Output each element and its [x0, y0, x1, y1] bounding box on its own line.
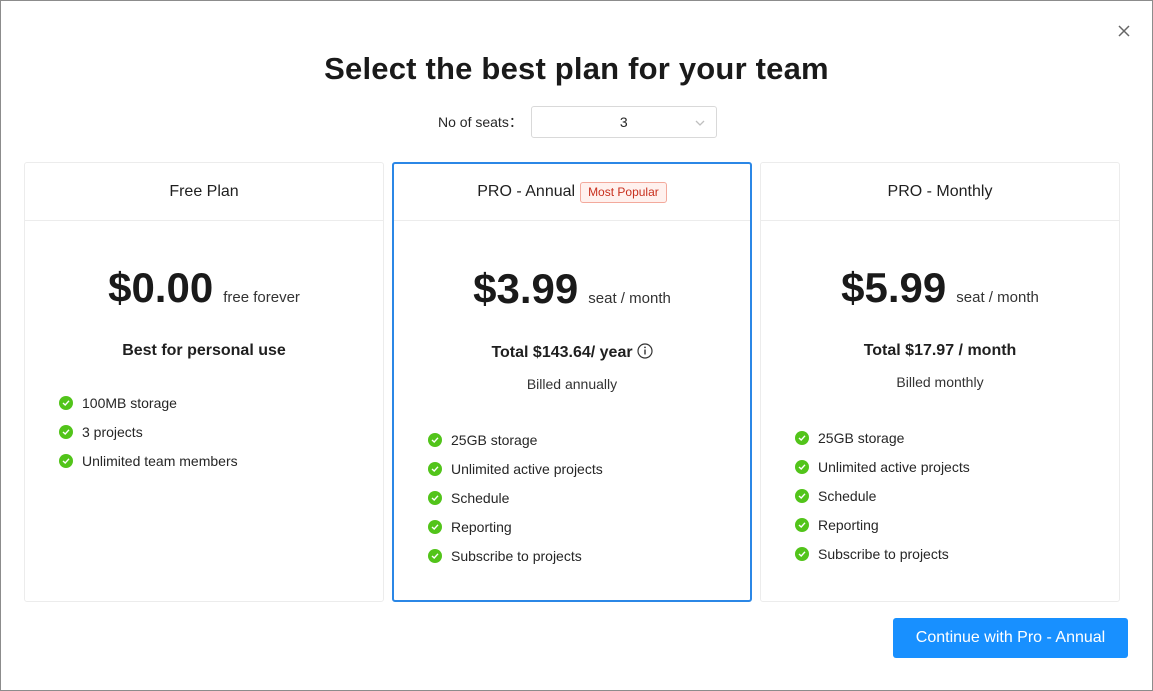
check-circle-icon — [795, 459, 809, 474]
plan-price: $3.99 — [473, 265, 579, 312]
feature-list: 100MB storage 3 projects Unlimited team … — [59, 388, 238, 475]
price-row: $3.99 seat / month — [394, 265, 750, 313]
feature-label: 100MB storage — [82, 394, 177, 411]
most-popular-badge: Most Popular — [580, 181, 667, 203]
list-item: Schedule — [428, 483, 603, 512]
price-row: $0.00 free forever — [25, 264, 383, 312]
feature-label: 25GB storage — [451, 431, 538, 448]
list-item: 3 projects — [59, 417, 238, 446]
plan-card-pro-annual[interactable]: PRO - Annual Most Popular $3.99 seat / m… — [392, 162, 752, 602]
seats-label: No of seats： — [438, 114, 523, 130]
check-circle-icon — [428, 432, 442, 447]
feature-label: Subscribe to projects — [818, 545, 949, 562]
feature-list: 25GB storage Unlimited active projects S… — [428, 425, 603, 570]
close-icon[interactable] — [1112, 19, 1136, 43]
feature-label: Schedule — [818, 487, 877, 504]
plan-name: Free Plan — [169, 182, 239, 200]
list-item: Unlimited team members — [59, 446, 238, 475]
list-item: Subscribe to projects — [795, 539, 970, 568]
list-item: 100MB storage — [59, 388, 238, 417]
seats-select[interactable]: 3 — [530, 106, 717, 138]
info-icon[interactable] — [636, 343, 653, 364]
plan-total-label: Total $143.64/ year — [491, 344, 633, 361]
plan-name: PRO - Annual — [477, 183, 576, 200]
check-circle-icon — [59, 453, 73, 468]
continue-button[interactable]: Continue with Pro - Annual — [893, 618, 1128, 658]
plan-price: $5.99 — [841, 264, 947, 311]
page-title: Select the best plan for your team — [324, 51, 829, 86]
plan-price-unit: free forever — [223, 289, 300, 306]
feature-label: Unlimited team members — [82, 452, 238, 469]
feature-label: Unlimited active projects — [451, 460, 603, 477]
feature-label: Schedule — [451, 489, 510, 506]
chevron-down-icon — [694, 116, 706, 132]
feature-label: Subscribe to projects — [451, 547, 582, 564]
check-circle-icon — [795, 430, 809, 445]
check-circle-icon — [428, 519, 442, 534]
plan-card-header: PRO - Annual Most Popular — [394, 164, 750, 221]
feature-label: Reporting — [451, 518, 512, 535]
plan-card-pro-monthly[interactable]: PRO - Monthly $5.99 seat / month Total $… — [760, 162, 1120, 602]
plan-price: $0.00 — [108, 264, 214, 311]
price-row: $5.99 seat / month — [761, 264, 1119, 312]
check-circle-icon — [59, 395, 73, 410]
feature-label: Reporting — [818, 516, 879, 533]
feature-label: 3 projects — [82, 423, 143, 440]
list-item: Unlimited active projects — [795, 452, 970, 481]
plan-selection-modal: Select the best plan for your team No of… — [0, 0, 1153, 691]
list-item: Schedule — [795, 481, 970, 510]
list-item: 25GB storage — [428, 425, 603, 454]
check-circle-icon — [59, 424, 73, 439]
check-circle-icon — [795, 517, 809, 532]
list-item: Subscribe to projects — [428, 541, 603, 570]
check-circle-icon — [428, 490, 442, 505]
plan-card-header: PRO - Monthly — [761, 163, 1119, 221]
plan-total: Total $17.97 / month — [863, 342, 1017, 359]
seats-selector-row: No of seats： 3 — [438, 106, 717, 138]
plan-card-header: Free Plan — [25, 163, 383, 221]
plan-subhead: Best for personal use — [122, 342, 286, 359]
feature-label: 25GB storage — [818, 429, 905, 446]
list-item: Reporting — [428, 512, 603, 541]
plan-total: Total $143.64/ year — [394, 343, 750, 364]
plan-name: PRO - Monthly — [887, 182, 993, 200]
list-item: Unlimited active projects — [428, 454, 603, 483]
billing-note: Billed annually — [526, 376, 618, 392]
seats-value: 3 — [619, 114, 628, 130]
check-circle-icon — [795, 546, 809, 561]
plan-price-unit: seat / month — [588, 290, 671, 307]
check-circle-icon — [428, 548, 442, 563]
billing-note: Billed monthly — [896, 374, 984, 390]
check-circle-icon — [795, 488, 809, 503]
check-circle-icon — [428, 461, 442, 476]
plan-card-free[interactable]: Free Plan $0.00 free forever Best for pe… — [24, 162, 384, 602]
list-item: 25GB storage — [795, 423, 970, 452]
feature-label: Unlimited active projects — [818, 458, 970, 475]
list-item: Reporting — [795, 510, 970, 539]
feature-list: 25GB storage Unlimited active projects S… — [795, 423, 970, 568]
plan-price-unit: seat / month — [956, 289, 1039, 306]
